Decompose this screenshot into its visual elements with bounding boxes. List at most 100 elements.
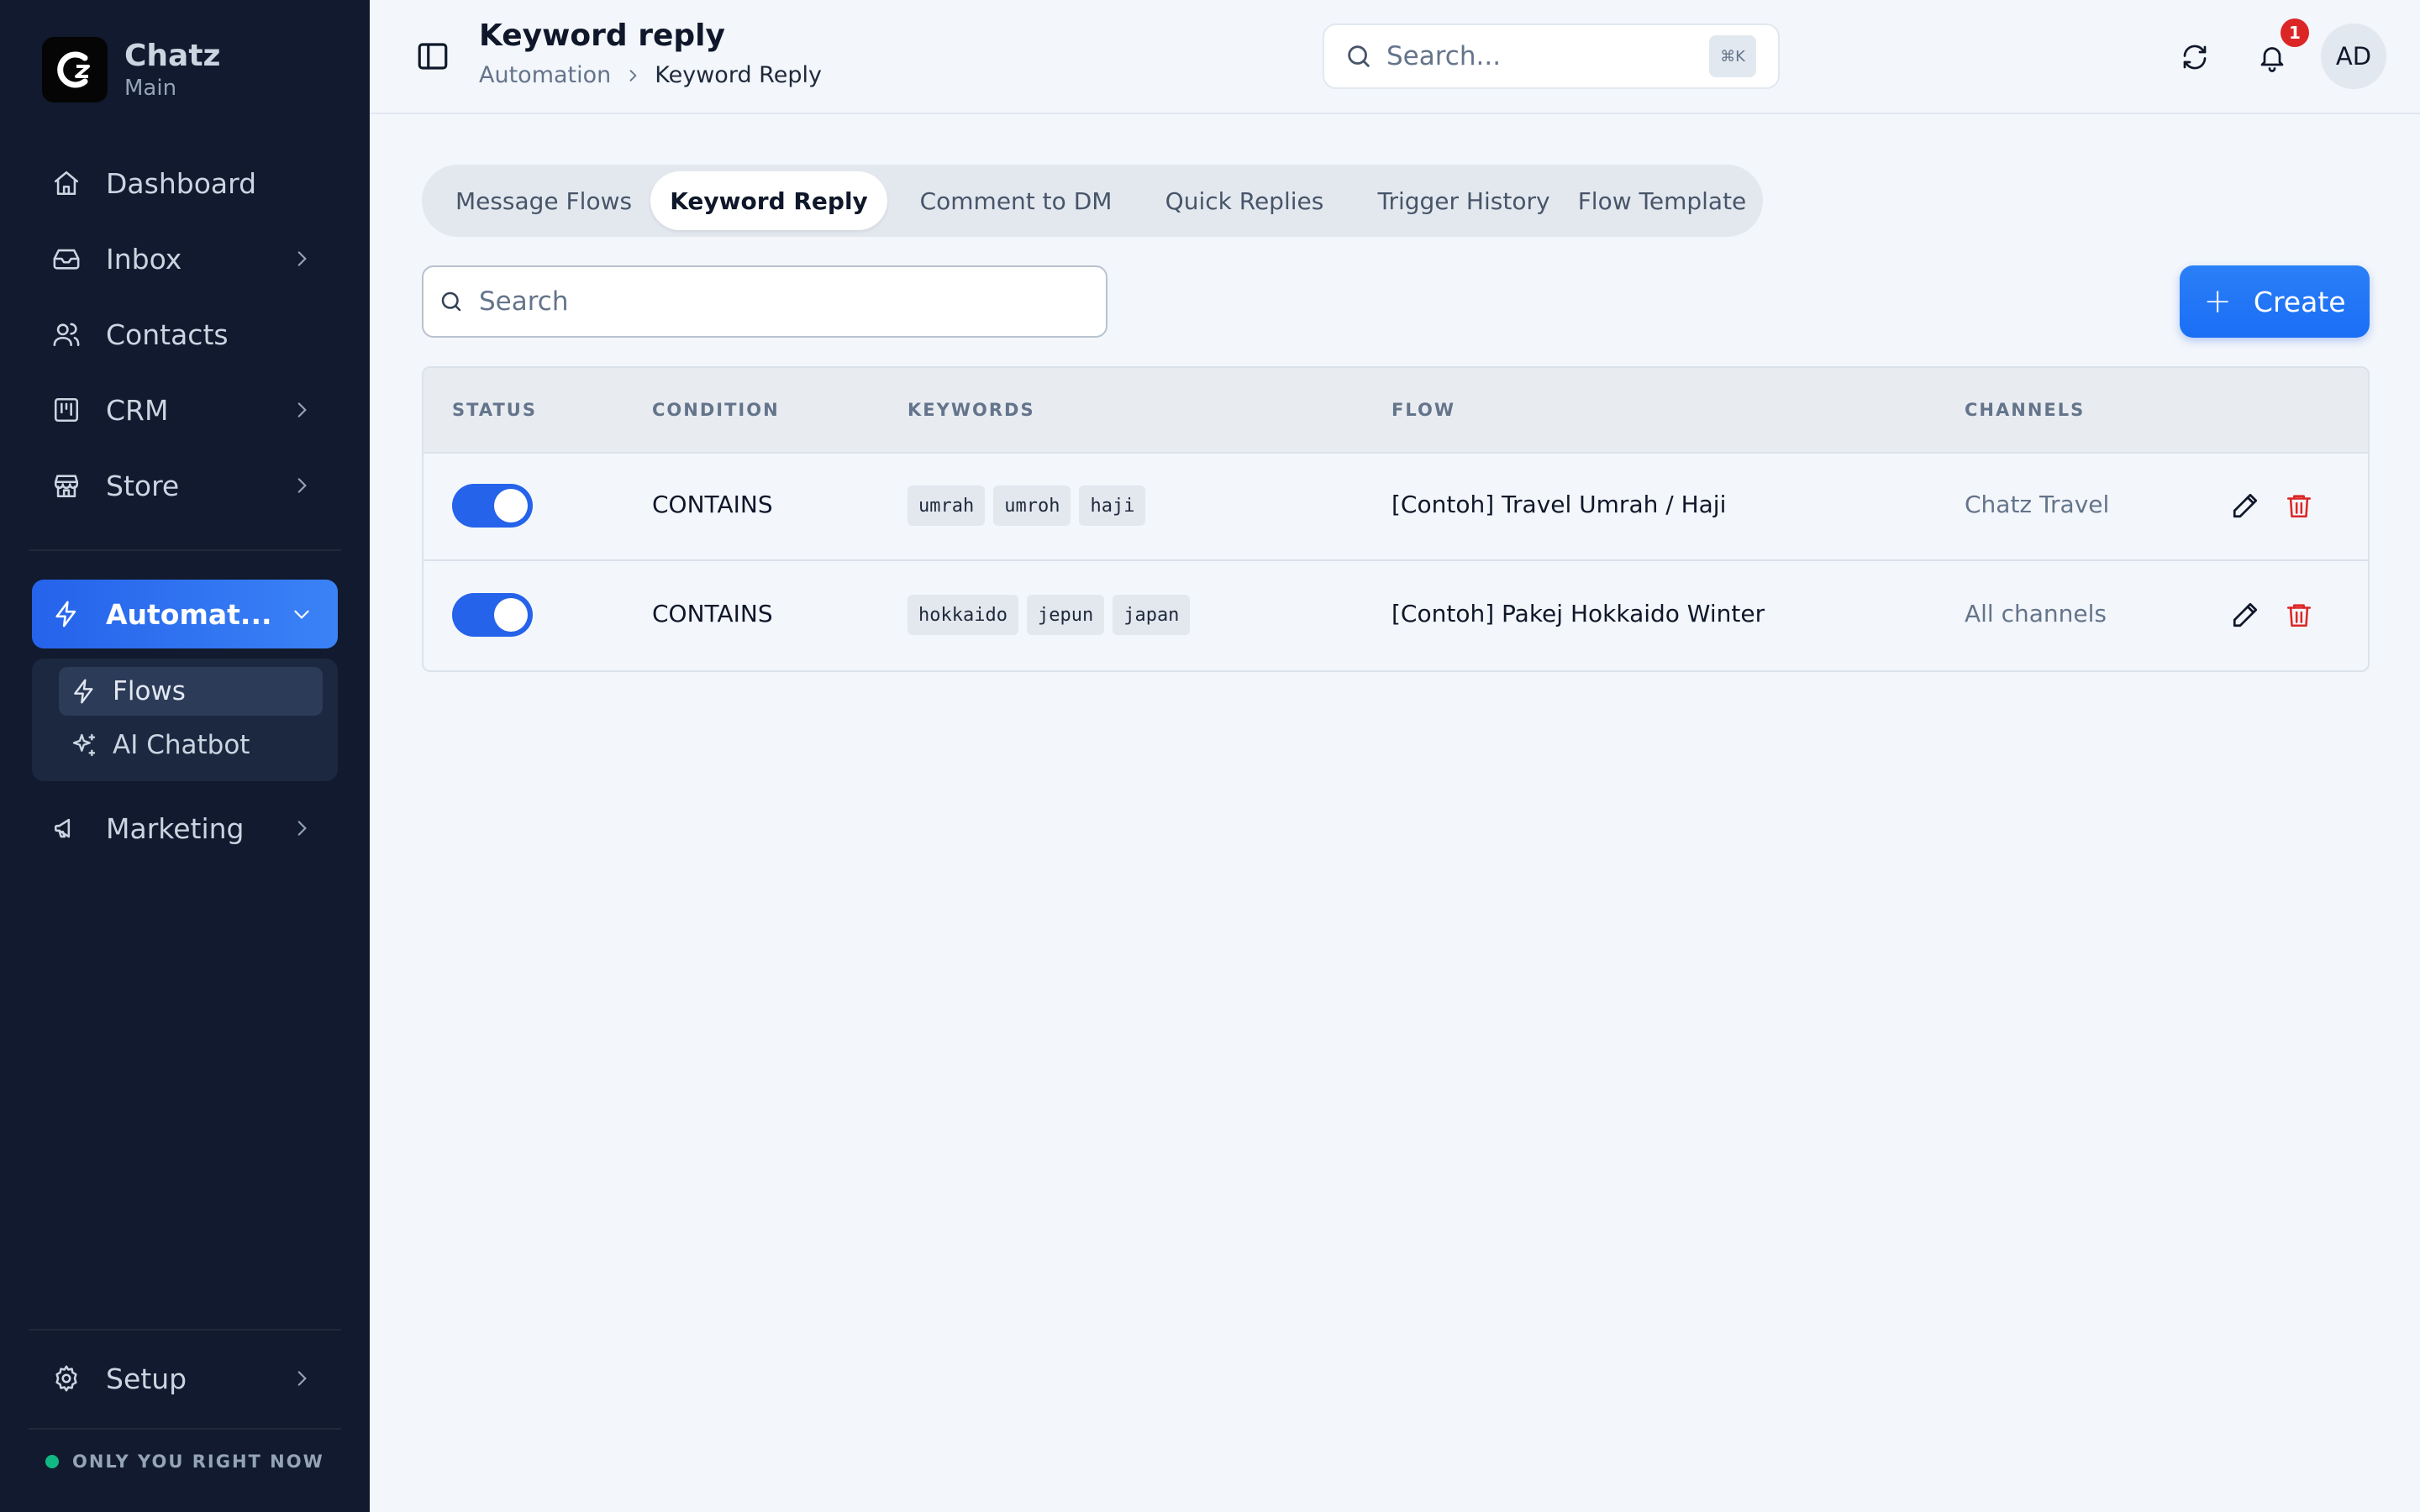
keyword-chip: japan (1113, 595, 1191, 635)
page-title: Keyword reply (479, 18, 725, 53)
notification-badge: 1 (2281, 18, 2309, 47)
sidebar-divider (29, 1428, 341, 1430)
sidebar-subitem-label: Flows (113, 676, 186, 706)
brand-name: Chatz (124, 39, 221, 73)
search-icon (1344, 42, 1373, 71)
chevron-down-icon (291, 603, 313, 628)
sidebar-divider (29, 1329, 341, 1331)
sidebar-item-label: Store (106, 469, 180, 502)
column-header-keywords: KEYWORDS (908, 400, 1035, 420)
channels-cell: All channels (1965, 600, 2107, 627)
sidebar-divider (29, 549, 341, 551)
automation-tabs: Message Flows Keyword Reply Comment to D… (422, 165, 1763, 237)
keyword-chip: haji (1079, 486, 1146, 526)
sidebar: Chatz Main Dashboard Inbox Contacts CRM (0, 0, 370, 1512)
chevron-right-icon (291, 1368, 313, 1393)
zap-icon (50, 598, 82, 630)
status-toggle[interactable] (452, 484, 533, 528)
condition-cell: CONTAINS (652, 600, 773, 627)
search-icon (439, 289, 464, 314)
column-header-condition: CONDITION (652, 400, 780, 420)
sidebar-subitem-flows[interactable]: Flows (59, 667, 323, 716)
table-row: CONTAINS umrah umroh haji [Contoh] Trave… (424, 454, 2368, 561)
global-search-input[interactable]: Search... ⌘K (1323, 24, 1780, 89)
toggle-knob (494, 598, 528, 632)
tab-trigger-history[interactable]: Trigger History (1353, 171, 1575, 230)
trash-icon[interactable] (2281, 596, 2317, 633)
chevron-right-icon (291, 248, 313, 273)
sidebar-item-setup[interactable]: Setup (32, 1346, 338, 1411)
chevron-right-icon (291, 475, 313, 500)
refresh-icon[interactable] (2171, 34, 2218, 81)
sidebar-item-marketing[interactable]: Marketing (32, 795, 338, 861)
sidebar-item-label: Dashboard (106, 166, 257, 200)
sidebar-item-store[interactable]: Store (32, 453, 338, 518)
create-button[interactable]: + Create (2180, 265, 2370, 338)
search-placeholder: Search... (1386, 41, 1502, 71)
tab-message-flows[interactable]: Message Flows (435, 171, 652, 230)
tab-keyword-reply[interactable]: Keyword Reply (650, 171, 887, 230)
gear-icon (50, 1362, 82, 1394)
keyword-reply-table: STATUS CONDITION KEYWORDS FLOW CHANNELS … (422, 366, 2370, 672)
flow-cell: [Contoh] Travel Umrah / Haji (1392, 491, 1727, 518)
keyword-chip: jepun (1026, 595, 1105, 635)
edit-icon[interactable] (2227, 596, 2264, 633)
workspace-name: Main (124, 76, 177, 101)
tab-comment-to-dm[interactable]: Comment to DM (897, 171, 1134, 230)
shortcut-hint: ⌘K (1709, 35, 1756, 77)
automation-submenu: Flows AI Chatbot (32, 659, 338, 781)
sidebar-item-label: Marketing (106, 811, 245, 845)
sidebar-item-label: Automat... (106, 597, 272, 631)
sidebar-item-contacts[interactable]: Contacts (32, 302, 338, 367)
sparkles-icon (71, 732, 97, 759)
table-header: STATUS CONDITION KEYWORDS FLOW CHANNELS (424, 368, 2368, 454)
sidebar-toggle-icon[interactable] (415, 39, 450, 74)
toggle-knob (494, 489, 528, 522)
avatar[interactable]: AD (2321, 24, 2386, 89)
column-header-flow: FLOW (1392, 400, 1455, 420)
kanban-icon (50, 394, 82, 426)
plus-icon: + (2203, 282, 2232, 321)
presence-status: ONLY YOU RIGHT NOW (45, 1452, 324, 1472)
top-header: Keyword reply Automation Keyword Reply S… (370, 0, 2420, 114)
chevron-right-icon (624, 67, 641, 84)
chevron-right-icon (291, 399, 313, 424)
breadcrumb: Automation Keyword Reply (479, 62, 822, 88)
edit-icon[interactable] (2227, 487, 2264, 524)
sidebar-item-label: Setup (106, 1362, 187, 1395)
table-row: CONTAINS hokkaido jepun japan [Contoh] P… (424, 563, 2368, 670)
tab-quick-replies[interactable]: Quick Replies (1138, 171, 1351, 230)
breadcrumb-keyword-reply: Keyword Reply (655, 62, 822, 88)
status-toggle[interactable] (452, 593, 533, 637)
chevron-right-icon (291, 817, 313, 843)
megaphone-icon (50, 812, 82, 844)
breadcrumb-automation[interactable]: Automation (479, 62, 611, 88)
users-icon (50, 318, 82, 350)
create-label: Create (2253, 285, 2346, 318)
keyword-chip: hokkaido (908, 595, 1018, 635)
keyword-chips: hokkaido jepun japan (908, 595, 1198, 635)
keyword-chip: umrah (908, 486, 986, 526)
trash-icon[interactable] (2281, 487, 2317, 524)
sidebar-item-label: CRM (106, 393, 169, 427)
brand[interactable]: Chatz Main (42, 37, 221, 102)
brand-logo (42, 37, 108, 102)
sidebar-item-crm[interactable]: CRM (32, 377, 338, 443)
column-header-status: STATUS (452, 400, 537, 420)
sidebar-subitem-ai-chatbot[interactable]: AI Chatbot (59, 721, 323, 769)
sidebar-item-dashboard[interactable]: Dashboard (32, 150, 338, 216)
sidebar-item-label: Contacts (106, 318, 229, 351)
sidebar-item-automation[interactable]: Automat... (32, 580, 338, 648)
keyword-chips: umrah umroh haji (908, 486, 1154, 526)
flow-cell: [Contoh] Pakej Hokkaido Winter (1392, 600, 1765, 627)
sidebar-item-label: Inbox (106, 242, 182, 276)
sidebar-subitem-label: AI Chatbot (113, 730, 250, 760)
home-icon (50, 167, 82, 199)
tab-flow-template[interactable]: Flow Template (1575, 171, 1749, 230)
keyword-search-input[interactable]: Search (422, 265, 1107, 338)
sidebar-item-inbox[interactable]: Inbox (32, 226, 338, 291)
keyword-chip: umroh (993, 486, 1071, 526)
search-placeholder: Search (479, 286, 569, 317)
online-dot (45, 1455, 59, 1468)
store-icon (50, 470, 82, 501)
